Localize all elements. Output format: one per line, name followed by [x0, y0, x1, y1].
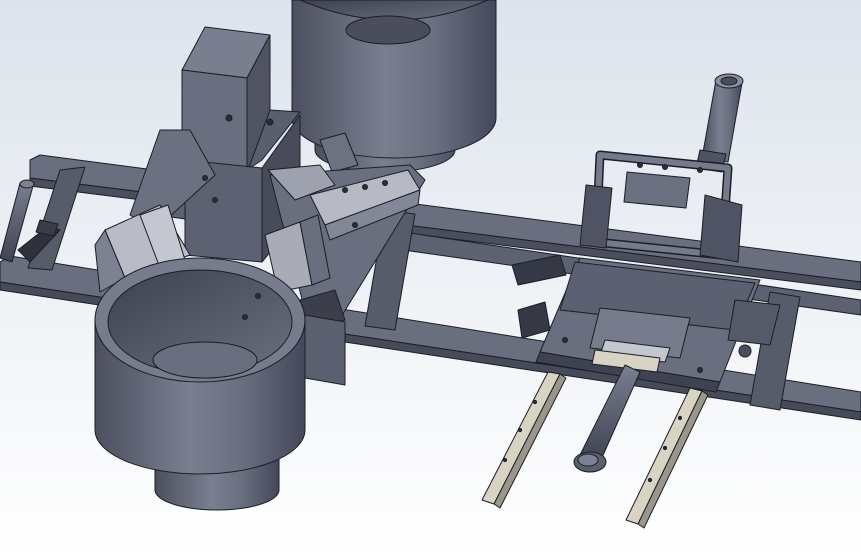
cad-model-scene[interactable] — [0, 0, 861, 555]
linear-guide-left[interactable] — [481, 371, 567, 509]
cad-viewport[interactable] — [0, 0, 861, 555]
pneumatic-cylinder-vertical[interactable] — [695, 73, 744, 173]
vibratory-bowl-front[interactable] — [94, 257, 306, 511]
linear-guide-right[interactable] — [625, 387, 709, 529]
